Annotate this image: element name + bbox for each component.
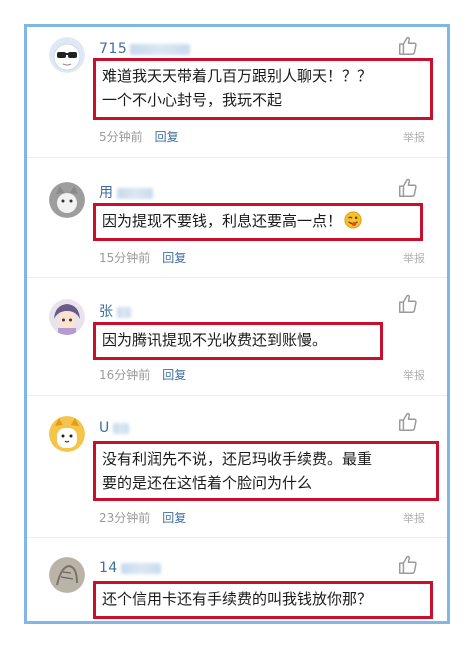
sunglasses-avatar[interactable] (49, 37, 85, 73)
username-text: 715 (99, 41, 128, 57)
comment-text-box: 因为腾讯提现不光收费还到账慢。 (93, 322, 383, 360)
comment-time: 15分钟前 (99, 251, 151, 265)
thumbs-up-icon[interactable] (397, 35, 419, 57)
username[interactable]: 用 (99, 182, 153, 202)
reply-link[interactable]: 回复 (162, 368, 186, 382)
username[interactable]: 715 (99, 41, 191, 57)
comment-time: 16分钟前 (99, 368, 151, 382)
username-text: 用 (99, 185, 114, 201)
report-link[interactable]: 举报 (403, 250, 425, 266)
divider (27, 395, 447, 396)
thumbs-up-icon[interactable] (397, 554, 419, 576)
username-redaction (120, 562, 161, 574)
comment-time: 23分钟前 (99, 511, 151, 525)
winking-tongue-emoji (344, 211, 362, 229)
cat-avatar[interactable] (49, 182, 85, 218)
comment-time: 5分钟前 (99, 130, 143, 144)
divider (27, 157, 447, 158)
comment-meta: 16分钟前 回复 (99, 366, 186, 383)
comment-text-line: 因为提现不要钱，利息还要高一点！ (102, 212, 343, 230)
thumbs-up-icon[interactable] (397, 293, 419, 315)
username-text: 14 (99, 560, 118, 576)
thumbs-up-icon[interactable] (397, 177, 419, 199)
username-text: U (99, 420, 110, 436)
comment-text-box: 没有利润先不说，还尼玛收手续费。最重 要的是还在这恬着个脸问为什么 (93, 441, 439, 501)
comment-text-line: 因为腾讯提现不光收费还到账慢。 (102, 331, 328, 349)
username-redaction (130, 43, 191, 55)
comment-meta: 23分钟前 回复 (99, 509, 186, 526)
username-redaction (116, 187, 153, 199)
comment-text-line: 没有利润先不说，还尼玛收手续费。最重 (102, 450, 373, 468)
divider (27, 537, 447, 538)
comment-text-box: 难道我天天带着几百万跟别人聊天！？？ 一个不小心封号，我玩不起 (93, 58, 433, 120)
comment-meta: 15分钟前 回复 (99, 249, 186, 266)
comment-text-line: 还个信用卡还有手续费的叫我钱放你那？ (102, 590, 373, 608)
comment-text-box: 还个信用卡还有手续费的叫我钱放你那？ (93, 581, 433, 619)
comment-text-box: 因为提现不要钱，利息还要高一点！ (93, 203, 423, 241)
comment-text-line: 要的是还在这恬着个脸问为什么 (102, 474, 313, 492)
username[interactable]: 14 (99, 560, 161, 576)
report-link[interactable]: 举报 (403, 510, 425, 526)
reply-link[interactable]: 回复 (162, 251, 186, 265)
username[interactable]: U (99, 420, 129, 436)
comment-list-frame: 715 难道我天天带着几百万跟别人聊天！？？ 一个不小心封号，我玩不起 5分钟前… (24, 24, 450, 624)
username-text: 张 (99, 304, 114, 320)
dog-avatar[interactable] (49, 416, 85, 452)
report-link[interactable]: 举报 (403, 129, 425, 145)
comment-text-line: 一个不小心封号，我玩不起 (102, 91, 283, 109)
username[interactable]: 张 (99, 301, 131, 321)
reply-link[interactable]: 回复 (162, 511, 186, 525)
username-redaction (116, 306, 131, 318)
anime-avatar[interactable] (49, 299, 85, 335)
comment-text-line: 难道我天天带着几百万跟别人聊天！？？ (102, 67, 373, 85)
username-redaction (112, 422, 129, 434)
thumbs-up-icon[interactable] (397, 411, 419, 433)
divider (27, 277, 447, 278)
reply-link[interactable]: 回复 (155, 130, 179, 144)
report-link[interactable]: 举报 (403, 367, 425, 383)
sketch-avatar[interactable] (49, 557, 85, 593)
comment-meta: 5分钟前 回复 (99, 128, 179, 145)
